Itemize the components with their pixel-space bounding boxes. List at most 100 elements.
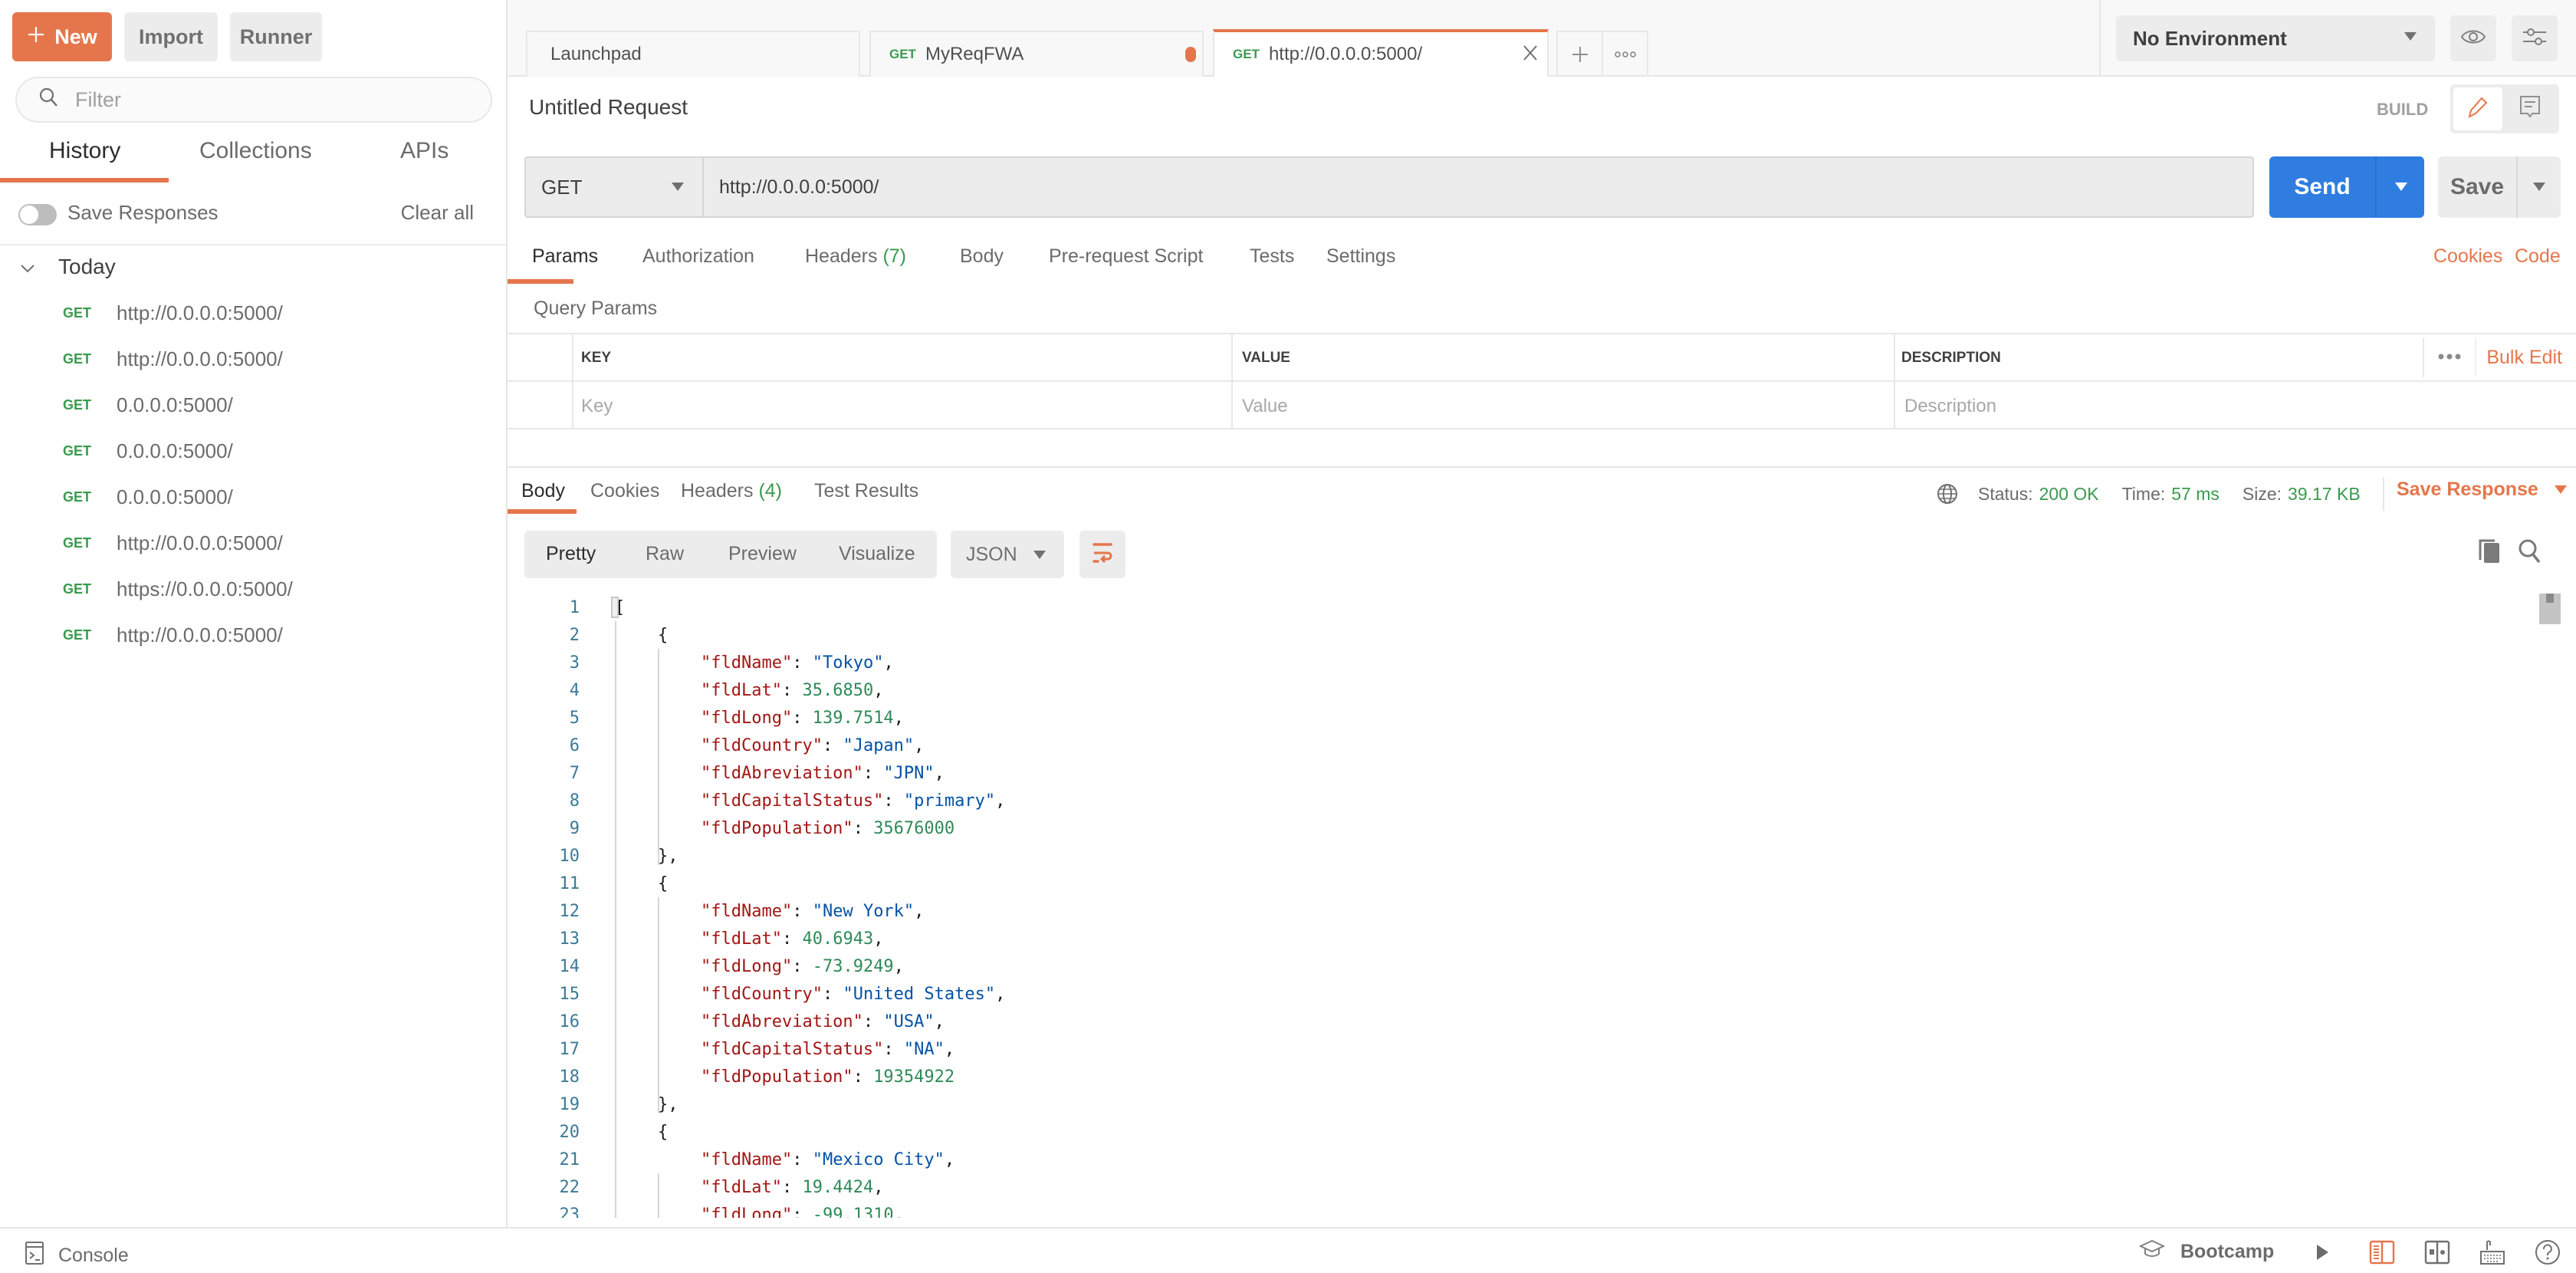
new-tab-button[interactable] [1558,32,1603,77]
time-value[interactable]: 57 ms [2171,484,2220,505]
code-line: 13 "fldLat": 40.6943, [508,925,2539,952]
two-pane-view-icon[interactable] [2369,1239,2395,1265]
send-options-caret-icon[interactable] [2395,183,2407,191]
environment-quick-look-button[interactable] [2450,15,2496,61]
keyboard-shortcuts-icon[interactable] [2479,1239,2505,1265]
tab-label: Launchpad [550,44,642,64]
url-input[interactable]: http://0.0.0.0:5000/ [719,158,879,216]
split-view-icon[interactable] [2424,1239,2450,1265]
history-item[interactable]: GET http://0.0.0.0:5000/ [0,520,506,566]
key-input[interactable]: Key [581,396,613,417]
request-title[interactable]: Untitled Request [529,95,688,120]
build-mode-button[interactable] [2453,87,2502,130]
import-button[interactable]: Import [124,12,218,61]
runner-play-icon[interactable] [2309,1239,2335,1265]
tab-active-request[interactable]: GET http://0.0.0.0:5000/ [1213,29,1549,77]
history-item[interactable]: GET 0.0.0.0:5000/ [0,428,506,474]
history-item[interactable]: GET http://0.0.0.0:5000/ [0,290,506,336]
sidebar-tab-collections[interactable]: Collections [199,138,312,164]
sidebar-tab-history[interactable]: History [49,138,120,164]
graduation-cap-icon [2138,1239,2166,1265]
comments-button[interactable] [2505,87,2555,130]
tab-myreqfwa[interactable]: GET MyReqFWA [869,31,1204,77]
save-options-caret-icon[interactable] [2533,183,2545,191]
line-number: 1 [569,597,580,617]
sidebar-tab-apis[interactable]: APIs [400,138,449,164]
line-number: 21 [559,1150,580,1169]
value-input[interactable]: Value [1242,396,1288,417]
status-value[interactable]: 200 OK [2039,484,2099,505]
search-icon[interactable] [2518,538,2541,568]
scrollbar-thumb[interactable] [2539,594,2561,624]
status-bar: Console Bootcamp [0,1227,2576,1273]
code-token: "Mexico City" [812,1150,945,1169]
tab-body[interactable]: Body [960,245,1004,268]
close-icon[interactable] [1523,41,1538,67]
runner-button[interactable]: Runner [230,12,322,61]
help-icon[interactable] [2535,1239,2561,1265]
line-number: 15 [559,984,580,1004]
code-line: 5 "fldLong": 139.7514, [508,704,2539,732]
wrap-lines-button[interactable] [1079,531,1125,578]
history-item[interactable]: GET http://0.0.0.0:5000/ [0,612,506,658]
bulk-edit-link[interactable]: Bulk Edit [2478,347,2562,369]
history-item[interactable]: GET http://0.0.0.0:5000/ [0,336,506,382]
history-group-today[interactable]: Today [20,255,116,279]
cookies-link[interactable]: Cookies [2433,245,2502,268]
send-button[interactable]: Send [2269,156,2424,218]
bootcamp-button[interactable]: Bootcamp [2138,1239,2274,1265]
tab-authorization[interactable]: Authorization [642,245,754,268]
environment-select[interactable]: No Environment [2116,15,2435,61]
code-token: "USA" [883,1011,935,1031]
console-button[interactable]: Console [25,1241,129,1271]
terminal-icon [25,1241,44,1271]
globe-icon[interactable] [1937,483,1958,505]
history-item[interactable]: GET https://0.0.0.0:5000/ [0,566,506,612]
response-body-editor[interactable]: 1[2{3 "fldName": "Tokyo", 4 "fldLat": 35.68… [508,594,2539,1218]
response-format-select[interactable]: JSON [951,531,1064,578]
code-line: 21 "fldName": "Mexico City", [508,1146,2539,1173]
response-tab-body[interactable]: Body [521,480,565,502]
view-raw[interactable]: Raw [646,543,684,565]
more-tabs-icon[interactable] [1603,32,1647,77]
active-tab-indicator [0,178,169,183]
history-item[interactable]: GET 0.0.0.0:5000/ [0,474,506,520]
tab-headers[interactable]: Headers (7) [805,245,906,268]
save-response-button[interactable]: Save Response [2397,479,2567,501]
code-token: 40.6943 [802,929,874,949]
code-token: "fldLat" [701,680,782,700]
tab-launchpad[interactable]: Launchpad [526,31,860,77]
view-visualize[interactable]: Visualize [839,543,915,565]
code-link[interactable]: Code [2515,245,2561,268]
size-value[interactable]: 39.17 KB [2288,484,2361,505]
tab-pre-request-script[interactable]: Pre-request Script [1049,245,1203,268]
response-tab-cookies[interactable]: Cookies [590,480,659,502]
view-preview[interactable]: Preview [728,543,797,565]
code-token: , [914,735,925,755]
response-tabs: Body Cookies Headers (4) Test Results [508,480,1428,511]
response-view-group: Pretty Raw Preview Visualize [524,531,937,578]
history-item[interactable]: GET 0.0.0.0:5000/ [0,382,506,428]
history-item-method: GET [63,442,92,459]
save-responses-toggle[interactable] [18,204,57,225]
response-tab-test-results[interactable]: Test Results [814,480,918,502]
copy-icon[interactable] [2478,538,2501,568]
headers-count: (4) [758,480,783,502]
tab-settings[interactable]: Settings [1326,245,1395,268]
method-select[interactable]: GET [526,158,704,216]
filter-input[interactable]: Filter [15,77,492,123]
tab-tests[interactable]: Tests [1250,245,1294,268]
manage-environments-button[interactable] [2512,15,2558,61]
new-button[interactable]: New [12,12,112,61]
tab-params[interactable]: Params [532,245,598,268]
code-token: : [822,984,843,1004]
tab-label: Body [960,245,1004,267]
more-options-icon[interactable] [2436,345,2463,372]
description-input[interactable]: Description [1904,396,1996,417]
tab-method: GET [1233,47,1260,61]
view-pretty[interactable]: Pretty [546,543,596,565]
response-tab-headers[interactable]: Headers (4) [681,480,782,502]
code-token: , [944,1039,955,1059]
clear-all-button[interactable]: Clear all [401,201,474,225]
save-button[interactable]: Save [2438,156,2561,218]
